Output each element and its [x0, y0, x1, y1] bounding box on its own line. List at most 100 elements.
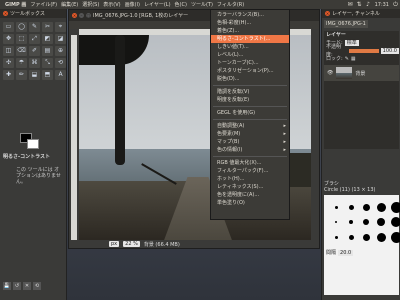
tool-icon[interactable]: ☂ — [16, 58, 27, 68]
background-color[interactable] — [27, 139, 39, 149]
menu-item[interactable]: 明度を反転(E) — [211, 96, 289, 104]
tool-icon[interactable]: ◯ — [16, 22, 27, 32]
brush-swatch[interactable] — [360, 231, 372, 243]
menu-item[interactable]: マップ(B) ▸ — [211, 138, 289, 146]
menu-item[interactable]: 脱色(D)... — [211, 75, 289, 83]
menu-item[interactable]: GEGL を使用(G) — [211, 109, 289, 117]
minimize-icon[interactable]: – — [79, 13, 84, 18]
volume-icon[interactable]: ♪ — [365, 1, 372, 8]
brush-swatch[interactable] — [390, 216, 400, 228]
delete-icon[interactable]: ✕ — [23, 282, 31, 290]
tool-icon[interactable]: ⬓ — [29, 70, 40, 80]
menu-filters[interactable]: フィルタ(R) — [215, 1, 246, 8]
brush-swatch[interactable] — [345, 216, 357, 228]
opacity-slider[interactable] — [349, 49, 379, 53]
color-swatches[interactable] — [20, 133, 40, 149]
lock-pixels-icon[interactable]: ✎ — [345, 55, 349, 63]
save-icon[interactable]: 💾 — [3, 282, 11, 290]
power-icon[interactable]: ⏻ — [392, 1, 399, 8]
tool-icon[interactable]: ✣ — [3, 58, 14, 68]
opacity-value[interactable]: 100.0 — [380, 48, 399, 54]
menu-item[interactable]: 色の情報(I) ▸ — [211, 146, 289, 154]
tool-icon[interactable]: ⌫ — [16, 46, 27, 56]
menu-view[interactable]: 表示(V) — [101, 1, 122, 8]
tool-icon[interactable]: ⬚ — [16, 34, 27, 44]
tool-icon[interactable]: ✥ — [3, 34, 14, 44]
brush-swatch[interactable] — [375, 201, 387, 213]
tool-icon[interactable]: ▭ — [3, 22, 14, 32]
restore-icon[interactable]: ↺ — [13, 282, 21, 290]
tool-icon[interactable]: ◫ — [3, 46, 14, 56]
mail-icon[interactable]: ✉ — [347, 1, 354, 8]
clock[interactable]: 17:31 — [373, 2, 391, 8]
menu-item[interactable]: 色を透明度に(A)... — [211, 191, 289, 199]
menu-item[interactable]: トーンカーブ(C)... — [211, 59, 289, 67]
reset-icon[interactable]: ⟲ — [33, 282, 41, 290]
tool-icon[interactable]: ⬒ — [42, 70, 53, 80]
brush-swatch[interactable] — [360, 216, 372, 228]
tool-icon[interactable]: ◪ — [55, 34, 66, 44]
zoom-select[interactable]: 22 % — [123, 241, 140, 247]
spacing-value[interactable]: 20.0 — [338, 250, 354, 256]
menu-item[interactable]: フィルターパック(F)... — [211, 167, 289, 175]
menu-item[interactable]: ホット(H)... — [211, 175, 289, 183]
tool-icon[interactable]: ⌖ — [55, 22, 66, 32]
tool-icon[interactable]: ✏ — [16, 70, 27, 80]
menu-item[interactable]: 階調を反転(V) — [211, 88, 289, 96]
tool-icon[interactable]: ⟲ — [55, 58, 66, 68]
unit-select[interactable]: px — [109, 241, 120, 247]
maximize-icon[interactable]: □ — [86, 13, 91, 18]
tool-icon[interactable]: ✐ — [29, 46, 40, 56]
tool-icon[interactable]: ⊕ — [55, 46, 66, 56]
menu-image[interactable]: 画像(I) — [123, 1, 142, 8]
network-icon[interactable]: ⇅ — [356, 1, 363, 8]
close-icon[interactable]: × — [325, 11, 330, 16]
menu-tools[interactable]: ツール(T) — [189, 1, 215, 8]
menu-select[interactable]: 選択(S) — [80, 1, 101, 8]
image-selector[interactable]: IMG_0676.JPG-1 — [324, 20, 368, 28]
tool-icon[interactable]: ✚ — [3, 70, 14, 80]
menu-layer[interactable]: レイヤー(L) — [142, 1, 173, 8]
brush-swatch[interactable] — [390, 231, 400, 243]
menu-colors[interactable]: 色(C) — [173, 1, 189, 8]
brush-swatch[interactable] — [375, 231, 387, 243]
brush-swatch[interactable] — [330, 201, 342, 213]
tool-icon[interactable]: ◩ — [42, 34, 53, 44]
menu-item[interactable]: 色相-彩度(H)... — [211, 19, 289, 27]
tool-icon[interactable]: A — [55, 70, 66, 80]
brush-swatch[interactable] — [330, 216, 342, 228]
menu-item[interactable]: RGB 値最大化(X)... — [211, 159, 289, 167]
brush-swatch[interactable] — [345, 201, 357, 213]
tool-icon[interactable]: ⤡ — [42, 58, 53, 68]
menu-item[interactable]: レベル(L)... — [211, 51, 289, 59]
menu-item[interactable]: ポスタリゼーション(P)... — [211, 67, 289, 75]
tool-icon[interactable]: ⤢ — [29, 34, 40, 44]
brush-swatch[interactable] — [330, 231, 342, 243]
brush-swatch[interactable] — [375, 216, 387, 228]
menu-item[interactable]: レティネックス(S)... — [211, 183, 289, 191]
left-ruler[interactable] — [71, 35, 77, 243]
dock-titlebar[interactable]: × レイヤー, チャンネル — [322, 9, 400, 18]
brush-swatch[interactable] — [345, 231, 357, 243]
lock-alpha-icon[interactable]: ▦ — [351, 55, 356, 63]
menu-item[interactable]: 単色塗り(O) — [211, 199, 289, 207]
menu-item[interactable]: カラーバランス(B)... — [211, 11, 289, 19]
menu-item[interactable]: 明るさ-コントラスト(... — [211, 35, 289, 43]
brush-swatch[interactable] — [390, 201, 400, 213]
tool-icon[interactable]: ✎ — [29, 22, 40, 32]
brush-swatch[interactable] — [360, 201, 372, 213]
menu-item[interactable]: 着色(Z)... — [211, 27, 289, 35]
menu-item[interactable]: 自動調整(A) ▸ — [211, 122, 289, 130]
eye-icon[interactable]: 👁 — [327, 70, 333, 76]
toolbox-titlebar[interactable]: × ツールボックス — [0, 9, 66, 18]
layer-item[interactable]: 👁 背景 — [324, 65, 399, 81]
tool-icon[interactable]: ✂ — [42, 22, 53, 32]
tool-icon[interactable]: ⌘ — [29, 58, 40, 68]
close-icon[interactable]: × — [72, 13, 77, 18]
menu-file[interactable]: ファイル(F) — [28, 1, 59, 8]
menu-item[interactable]: しきい値(T)... — [211, 43, 289, 51]
close-icon[interactable]: × — [3, 11, 8, 16]
tool-icon[interactable]: ▤ — [42, 46, 53, 56]
menu-item[interactable]: 色要素(M) ▸ — [211, 130, 289, 138]
menu-edit[interactable]: 編集(E) — [59, 1, 80, 8]
